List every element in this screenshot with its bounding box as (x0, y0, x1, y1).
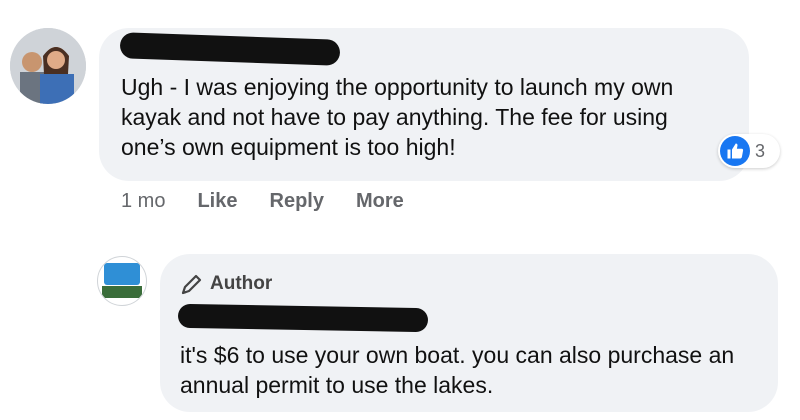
more-button[interactable]: More (356, 190, 404, 213)
author-label: Author (210, 273, 273, 294)
redacted-name (177, 303, 429, 333)
comment-actions: 1 mo Like Reply More (121, 190, 436, 213)
comment-timestamp[interactable]: 1 mo (121, 190, 165, 213)
like-icon (720, 136, 750, 166)
reaction-count: 3 (755, 140, 766, 161)
reply-text: it's $6 to use your own boat. you can al… (180, 342, 735, 398)
logo-sky (104, 263, 140, 285)
pencil-icon (181, 274, 202, 295)
like-button[interactable]: Like (197, 190, 237, 213)
page-logo-icon[interactable] (97, 256, 147, 306)
reaction-summary[interactable]: 3 (718, 134, 780, 168)
comment-text: Ugh - I was enjoying the opportunity to … (121, 74, 674, 160)
logo-water (102, 286, 142, 298)
author-badge: Author (180, 272, 272, 296)
commenter-avatar[interactable] (10, 28, 86, 104)
reply-button[interactable]: Reply (270, 190, 324, 213)
